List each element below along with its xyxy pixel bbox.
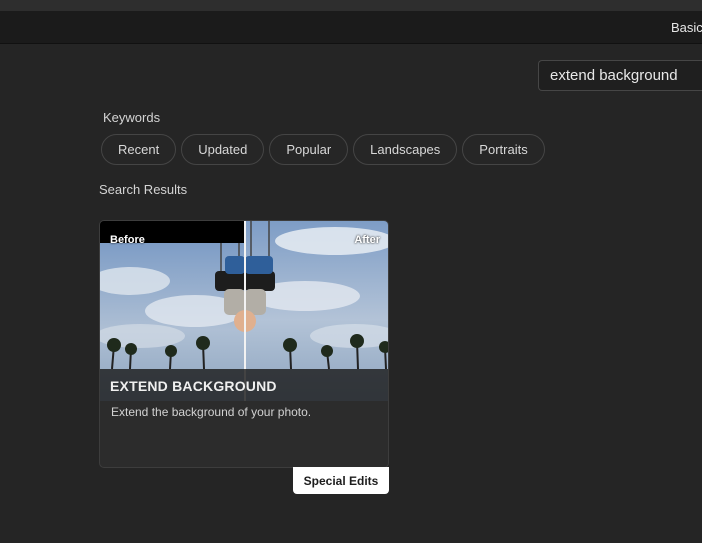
pill-updated[interactable]: Updated [181, 134, 265, 165]
pill-portraits[interactable]: Portraits [462, 134, 545, 165]
top-bar: Basic [0, 11, 702, 44]
before-label: Before [110, 234, 145, 246]
card-description: Extend the background of your photo. [111, 405, 312, 419]
special-edits-badge: Special Edits [293, 467, 389, 494]
keyword-pills: Recent Updated Popular Landscapes Portra… [101, 134, 545, 165]
pill-landscapes[interactable]: Landscapes [353, 134, 458, 165]
after-label: After [354, 234, 380, 246]
card-title: EXTEND BACKGROUND [110, 378, 277, 394]
keywords-heading: Keywords [103, 110, 161, 125]
search-results-heading: Search Results [99, 182, 188, 197]
mode-tab-basic[interactable]: Basic [671, 20, 702, 35]
search-input[interactable] [539, 61, 702, 90]
before-after-thumbnail: Before After [100, 221, 388, 401]
pill-recent[interactable]: Recent [101, 134, 177, 165]
search-box[interactable] [538, 60, 702, 91]
title-bar [0, 0, 702, 11]
app-window: Basic Keywords Recent Updated Popular La… [0, 0, 702, 543]
pill-popular[interactable]: Popular [269, 134, 349, 165]
result-card-extend-background[interactable]: Before After EXTEND BACKGROUND Extend th… [99, 220, 389, 468]
